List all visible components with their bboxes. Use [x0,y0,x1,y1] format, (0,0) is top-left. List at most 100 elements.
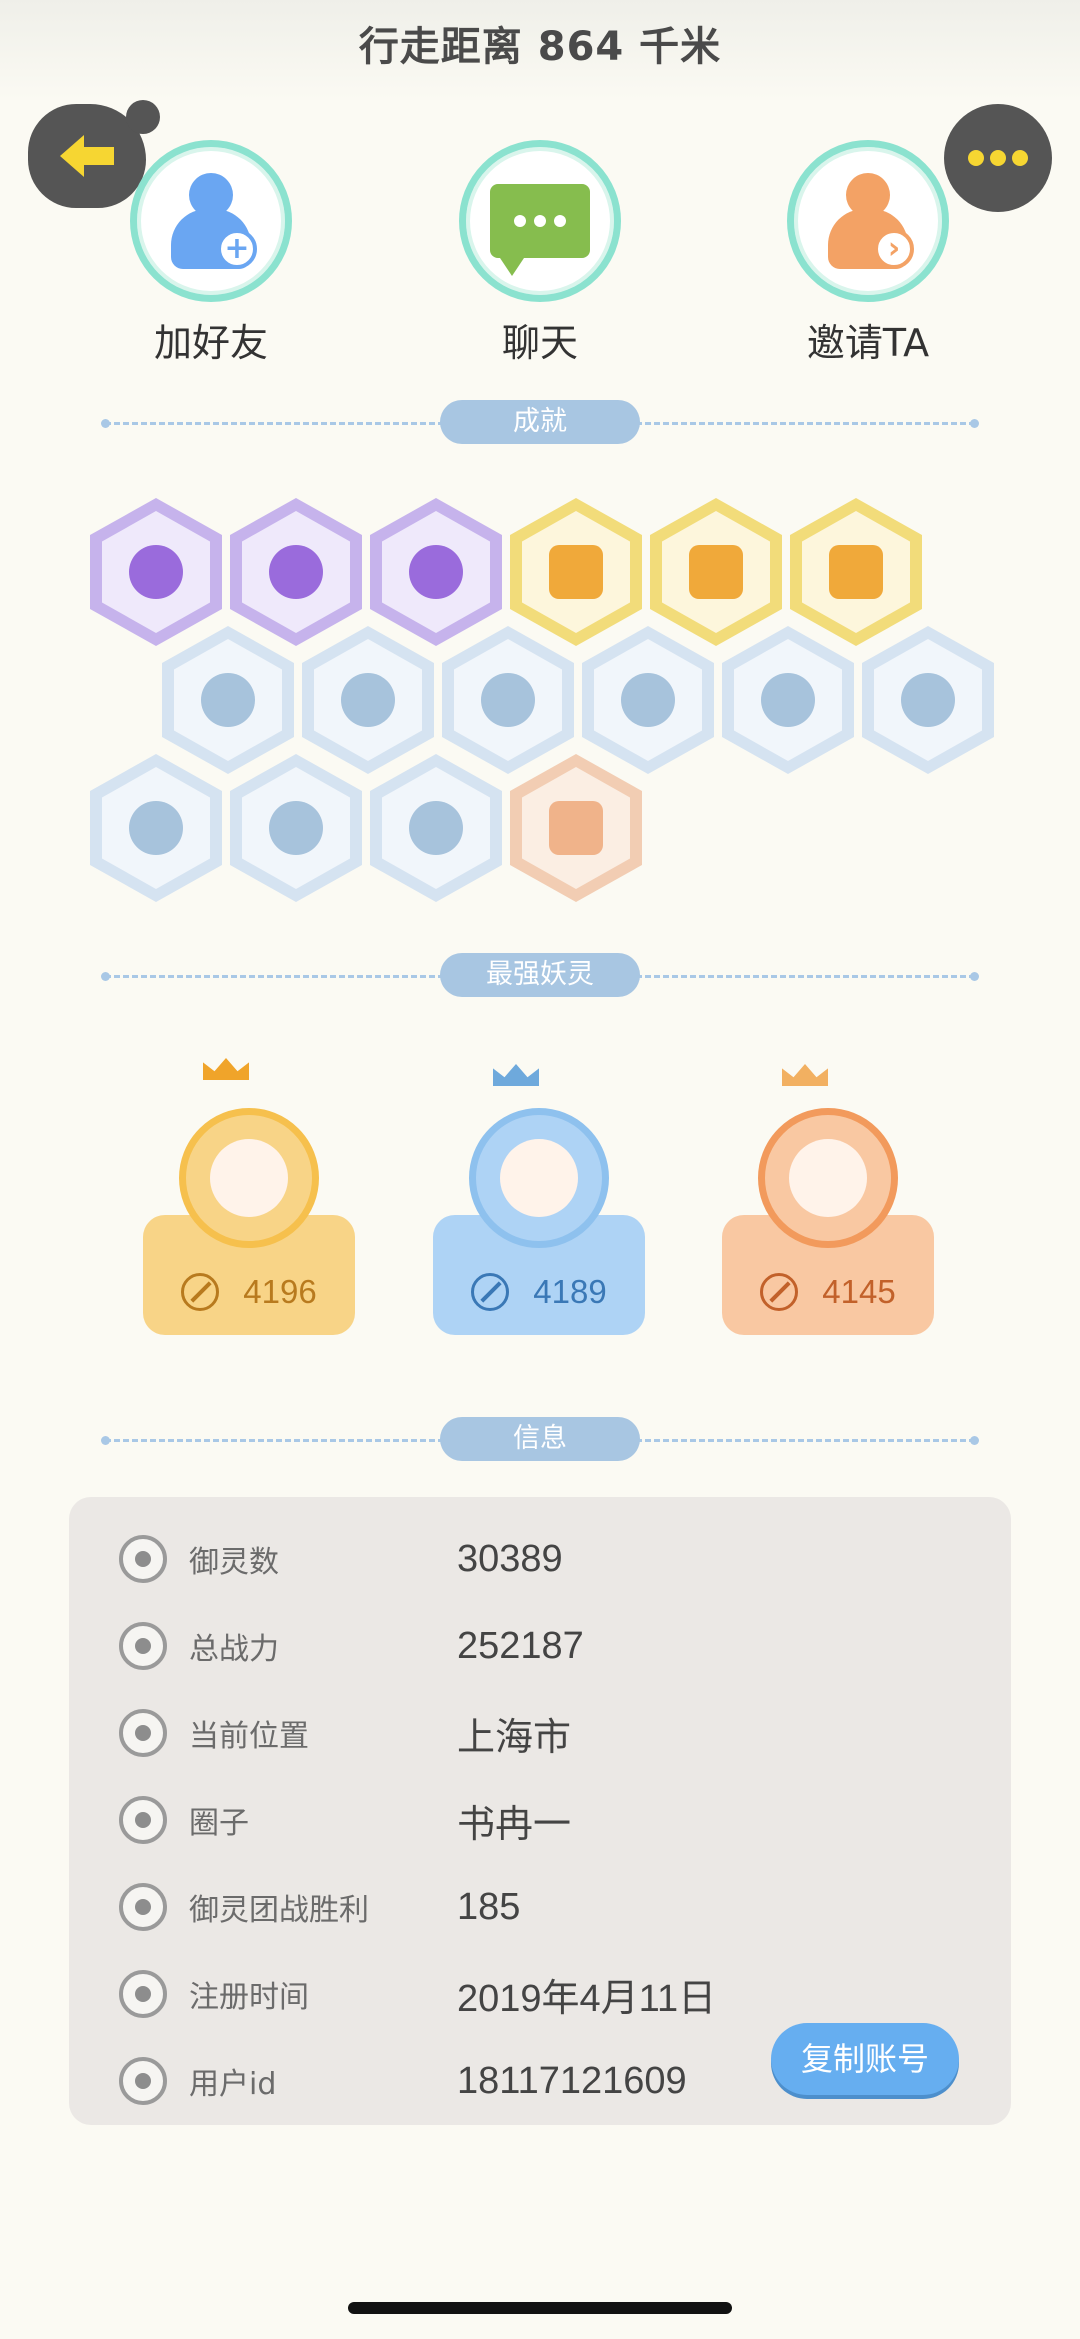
achievement-badge-inner [734,639,842,761]
invite-action[interactable]: › 邀请TA [778,140,958,367]
spirit-power: 4196 [243,1273,317,1310]
add-friend-action[interactable]: + 加好友 [121,140,301,367]
info-row-location: 当前位置 上海市 [119,1703,979,1763]
info-key: 当前位置 [189,1719,309,1754]
achievement-icon [129,801,183,855]
crown-icon [203,1058,249,1080]
plus-icon: + [217,229,257,269]
info-row-total-power: 总战力 252187 [119,1616,979,1676]
info-value: 30389 [457,1537,563,1580]
chat-icon [476,170,590,276]
info-heading: 信息 [440,1417,640,1461]
achievement-badge[interactable] [90,498,222,646]
circle-icon [119,1796,167,1844]
spirit-avatar[interactable] [179,1108,319,1248]
info-value[interactable]: 书冉一 [457,1793,571,1848]
achievement-badge-inner [242,511,350,633]
dot-icon [968,150,984,166]
home-indicator[interactable] [348,2302,732,2314]
achievement-badge[interactable] [370,754,502,902]
info-row-team-battle-wins: 御灵团战胜利 185 [119,1877,979,1937]
achievement-badge-inner [594,639,702,761]
achievement-badge-inner [454,639,562,761]
chat-action[interactable]: 聊天 [450,140,630,367]
achievement-badge[interactable] [90,754,222,902]
more-button[interactable] [944,104,1052,212]
spirit-avatar[interactable] [469,1108,609,1248]
achievement-badge-inner [102,511,210,633]
info-key: 御灵团战胜利 [189,1893,369,1928]
achievement-icon [481,673,535,727]
power-icon [119,1622,167,1670]
achievement-icon [129,545,183,599]
achievement-icon [549,801,603,855]
achievement-badge[interactable] [510,498,642,646]
achievement-badge-inner [382,511,490,633]
achievement-badge[interactable] [510,754,642,902]
info-key: 注册时间 [189,1980,309,2015]
dot-icon [990,150,1006,166]
info-panel: 御灵数 30389 总战力 252187 当前位置 上海市 圈子 书冉一 御灵团… [69,1497,1011,2125]
chat-button[interactable] [459,140,621,302]
spirit-power: 4145 [822,1273,896,1310]
sword-icon [181,1273,220,1311]
user-id-icon [119,2057,167,2105]
achievement-badge[interactable] [230,498,362,646]
achievement-badge[interactable] [230,754,362,902]
achievement-badge-inner [382,767,490,889]
achievement-icon [409,801,463,855]
info-value: 18117121609 [457,2059,687,2102]
crown-icon [493,1064,539,1086]
copy-account-button[interactable]: 复制账号 [771,2023,959,2095]
achievement-badge[interactable] [862,626,994,774]
invite-button[interactable]: › [787,140,949,302]
achievement-badge-inner [102,767,210,889]
achievement-icon [829,545,883,599]
achievement-badge-inner [874,639,982,761]
achievements-heading: 成就 [440,400,640,444]
info-value: 252187 [457,1624,584,1667]
page-title: 行走距离 864 千米 [358,24,722,70]
achievement-icon [269,545,323,599]
achievement-badge[interactable] [302,626,434,774]
crown-icon [782,1064,828,1086]
spirit-power: 4189 [533,1273,607,1310]
location-icon [119,1709,167,1757]
clock-icon [119,1970,167,2018]
sword-icon [760,1273,799,1311]
info-row-register-date: 注册时间 2019年4月11日 [119,1964,979,2024]
achievement-icon [269,801,323,855]
add-friend-label: 加好友 [153,321,268,365]
achievement-icon [621,673,675,727]
info-value: 2019年4月11日 [457,1977,717,2020]
info-row-circle: 圈子 书冉一 [119,1790,979,1850]
sword-icon [471,1273,510,1311]
achievement-badge-inner [662,511,770,633]
arrow-left-icon [60,135,114,177]
achievement-icon [549,545,603,599]
spirit-portrait [500,1139,578,1217]
achievement-badge[interactable] [162,626,294,774]
achievement-badge-inner [802,511,910,633]
achievement-badge-inner [522,511,630,633]
invite-label: 邀请TA [806,321,930,365]
info-value: 上海市 [457,1716,572,1759]
info-key: 御灵数 [189,1545,279,1580]
add-friend-button[interactable]: + [130,140,292,302]
spirit-portrait [210,1139,288,1217]
achievement-badge[interactable] [790,498,922,646]
achievement-icon [201,673,255,727]
strongest-spirits-heading: 最强妖灵 [440,953,640,997]
arrow-right-icon: › [874,229,914,269]
achievement-badge-inner [174,639,282,761]
dot-icon [1012,150,1028,166]
achievement-badge[interactable] [442,626,574,774]
achievement-icon [341,673,395,727]
achievement-badge[interactable] [722,626,854,774]
achievement-badge[interactable] [650,498,782,646]
achievement-badge-inner [314,639,422,761]
spirit-avatar[interactable] [758,1108,898,1248]
achievement-badge[interactable] [370,498,502,646]
achievement-badge-inner [522,767,630,889]
achievement-badge[interactable] [582,626,714,774]
